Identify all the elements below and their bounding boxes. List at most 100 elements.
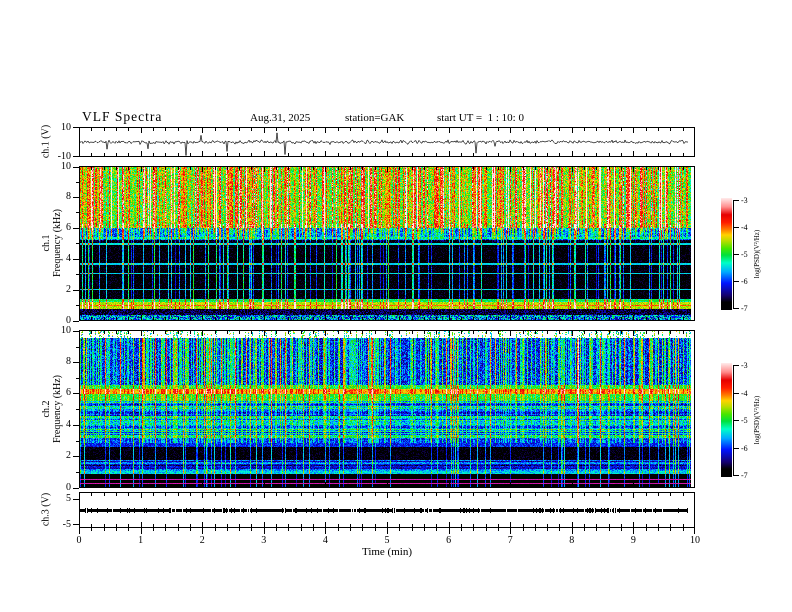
x-tick-in [436,153,437,156]
x-tick-in [584,167,585,170]
x-tick-in [251,153,252,156]
x-tick-in [325,167,326,172]
x-tick-in [276,524,277,527]
station-label: station=GAK [345,112,405,124]
colorbar-ch2-label: log(PSD)(V²/Hz) [753,395,761,445]
page-title: VLF Spectra [82,109,163,124]
x-tick-in [547,317,548,320]
x-tick-in [362,493,363,496]
x-tick-out [325,528,326,534]
x-tick-in [510,167,511,172]
cb-tick-label: -6 [741,277,748,286]
x-tick-in [375,331,376,334]
x-tick-in [510,128,511,133]
x-tick-in [670,317,671,320]
x-tick-out [375,528,376,531]
x-tick-in [486,153,487,156]
x-tick-in [473,524,474,527]
x-tick-in [670,153,671,156]
x-tick-in [153,128,154,131]
x-tick-in [486,524,487,527]
x-tick-in [338,331,339,334]
x-tick-out [670,528,671,531]
x-tick-out [449,528,450,534]
x-tick-in [609,167,610,170]
x-tick-in [313,167,314,170]
y-tick-out [73,499,79,500]
x-tick-in [301,493,302,496]
x-tick-out [288,528,289,531]
x-tick-in [486,128,487,131]
x-tick-in [658,167,659,170]
cb-tick [733,448,739,449]
cb-tick-label: -4 [741,389,748,398]
cb-tick-label: -5 [741,416,748,425]
x-tick-in [288,331,289,334]
x-tick-in [609,331,610,334]
x-tick-in [313,153,314,156]
x-tick-in [104,524,105,527]
x-tick-in [91,167,92,170]
x-tick-in [202,151,203,156]
y-tick-out [73,425,79,426]
x-tick-in [116,317,117,320]
x-tick-label: 0 [76,535,82,546]
x-tick-in [350,167,351,170]
x-tick-in [621,493,622,496]
x-tick-in [227,484,228,487]
y-tick-out [73,259,79,260]
x-tick-in [301,484,302,487]
x-tick-in [227,493,228,496]
x-tick-in [621,153,622,156]
y-tick-out [73,456,79,457]
x-tick-in [658,317,659,320]
x-tick-label: 1 [138,535,144,546]
y-tick-label: 4 [66,253,71,264]
x-tick-in [609,128,610,131]
y-tick-minor [75,472,79,473]
x-tick-in [424,493,425,496]
x-tick-in [596,153,597,156]
x-tick-in [128,167,129,170]
x-tick-in [301,317,302,320]
x-tick-in [128,317,129,320]
x-tick-in [338,493,339,496]
x-tick-in [362,167,363,170]
x-tick-in [202,128,203,133]
x-tick-label: 7 [507,535,513,546]
x-tick-in [104,128,105,131]
x-tick-in [178,524,179,527]
y-tick-out [73,331,79,332]
x-tick-in [178,128,179,131]
x-tick-in [165,524,166,527]
x-tick-in [325,151,326,156]
x-tick-in [510,315,511,320]
x-tick-out [227,528,228,531]
x-tick-in [264,493,265,498]
x-tick-in [202,493,203,498]
x-tick-in [633,331,634,336]
x-tick-in [178,153,179,156]
x-tick-in [609,493,610,496]
x-tick-in [288,128,289,131]
x-tick-in [510,331,511,336]
x-tick-in [325,522,326,527]
x-tick-in [621,167,622,170]
y-tick-label: 6 [66,387,71,398]
x-tick-in [498,153,499,156]
y-tick-label: 2 [66,450,71,461]
x-tick-in [325,315,326,320]
x-tick-out [165,528,166,531]
x-tick-in [424,167,425,170]
x-tick-in [572,522,573,527]
x-tick-label: 10 [690,535,700,546]
x-tick-in [251,484,252,487]
x-tick-in [523,524,524,527]
x-tick-in [350,128,351,131]
x-tick-in [227,524,228,527]
x-tick-in [412,524,413,527]
x-tick-in [510,482,511,487]
ch3-waveform-trace [80,508,691,513]
x-tick-in [461,331,462,334]
x-tick-out [264,528,265,534]
